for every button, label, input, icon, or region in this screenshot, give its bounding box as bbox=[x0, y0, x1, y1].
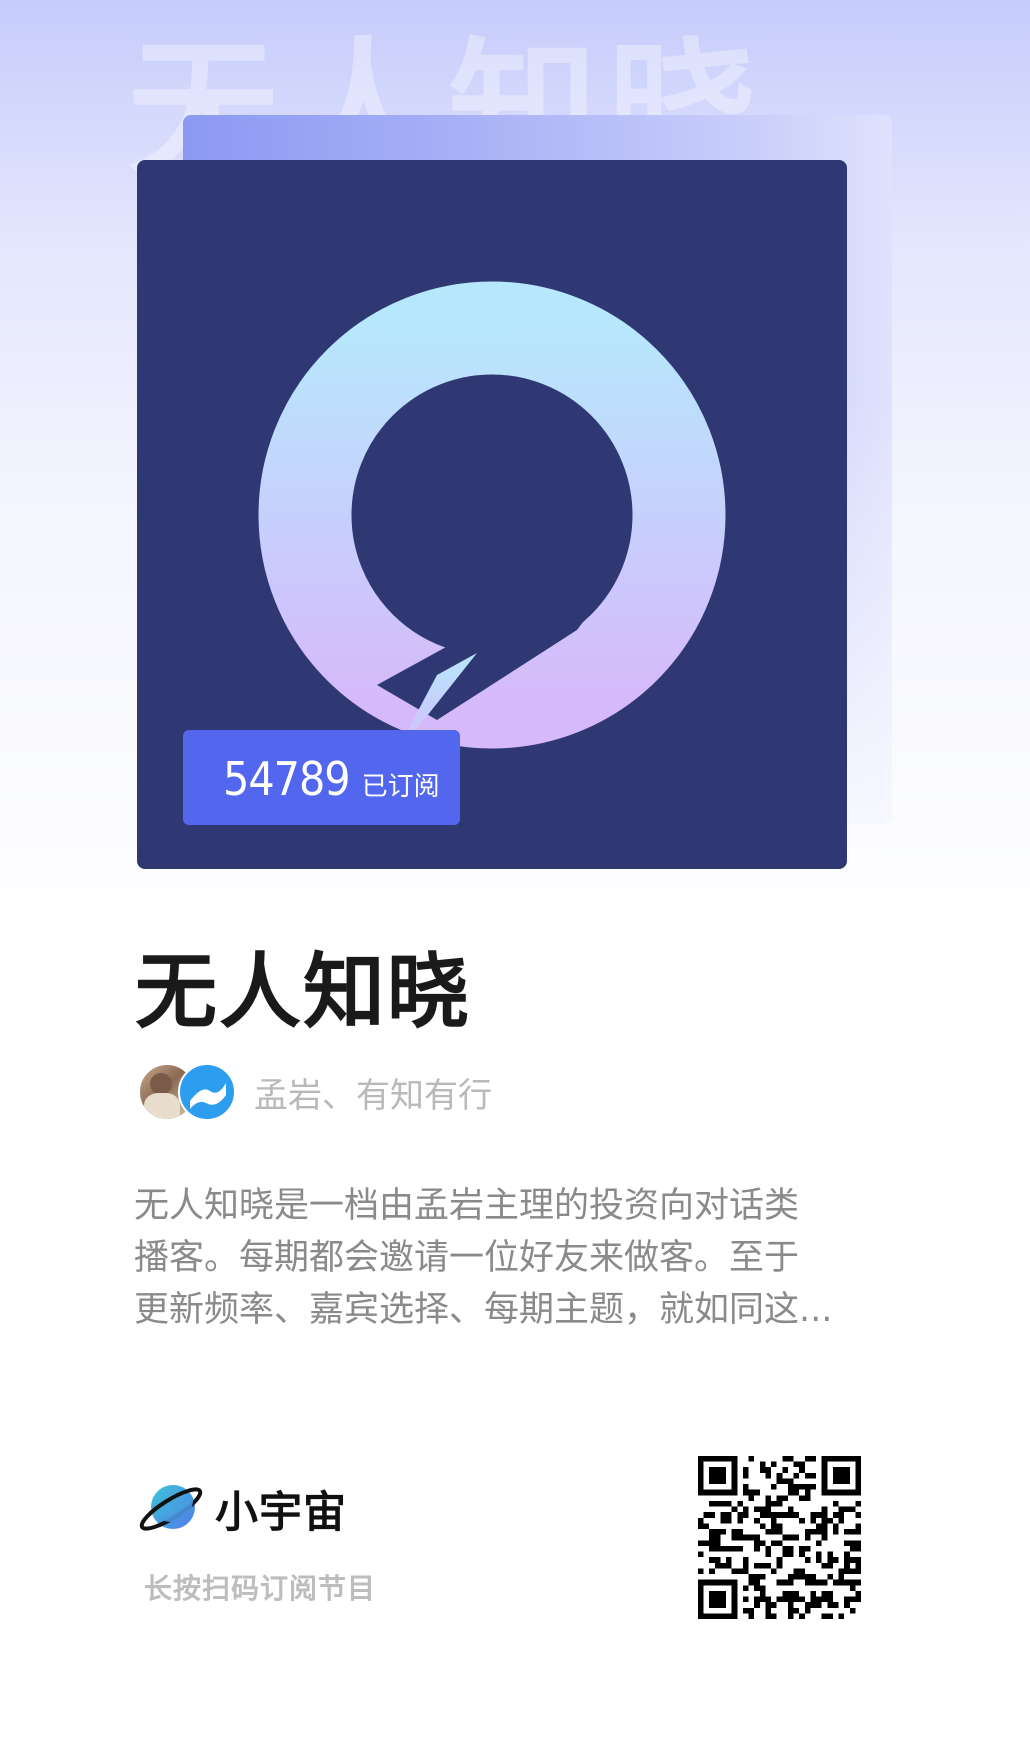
podcast-title: 无人知晓 bbox=[135, 945, 472, 1040]
description-line: 无人知晓是一档由孟岩主理的投资向对话类 bbox=[134, 1186, 800, 1226]
host-names: 孟岩、有知有行 bbox=[254, 1075, 492, 1116]
youzhiyouxing-logo-icon bbox=[190, 1083, 226, 1109]
description-line: 更新频率、嘉宾选择、每期主题，就如同这... bbox=[134, 1290, 833, 1330]
podcast-description: 无人知晓是一档由孟岩主理的投资向对话类 播客。每期都会邀请一位好友来做客。至于 … bbox=[134, 1180, 889, 1336]
subscriber-badge: 54789 已订阅 bbox=[183, 730, 460, 825]
subscriber-label: 已订阅 bbox=[361, 772, 440, 802]
brand-logo: 小宇宙 bbox=[137, 1478, 347, 1540]
scan-hint: 长按扫码订阅节目 bbox=[144, 1572, 377, 1605]
brand-avatar[interactable] bbox=[178, 1063, 236, 1121]
subscriber-count: 54789 bbox=[223, 752, 351, 806]
brand-name: 小宇宙 bbox=[215, 1488, 347, 1538]
qr-code-icon[interactable] bbox=[698, 1456, 861, 1619]
description-line: 播客。每期都会邀请一位好友来做客。至于 bbox=[134, 1238, 800, 1278]
host-row[interactable]: 孟岩、有知有行 bbox=[138, 1063, 492, 1121]
planet-icon bbox=[139, 1485, 203, 1531]
